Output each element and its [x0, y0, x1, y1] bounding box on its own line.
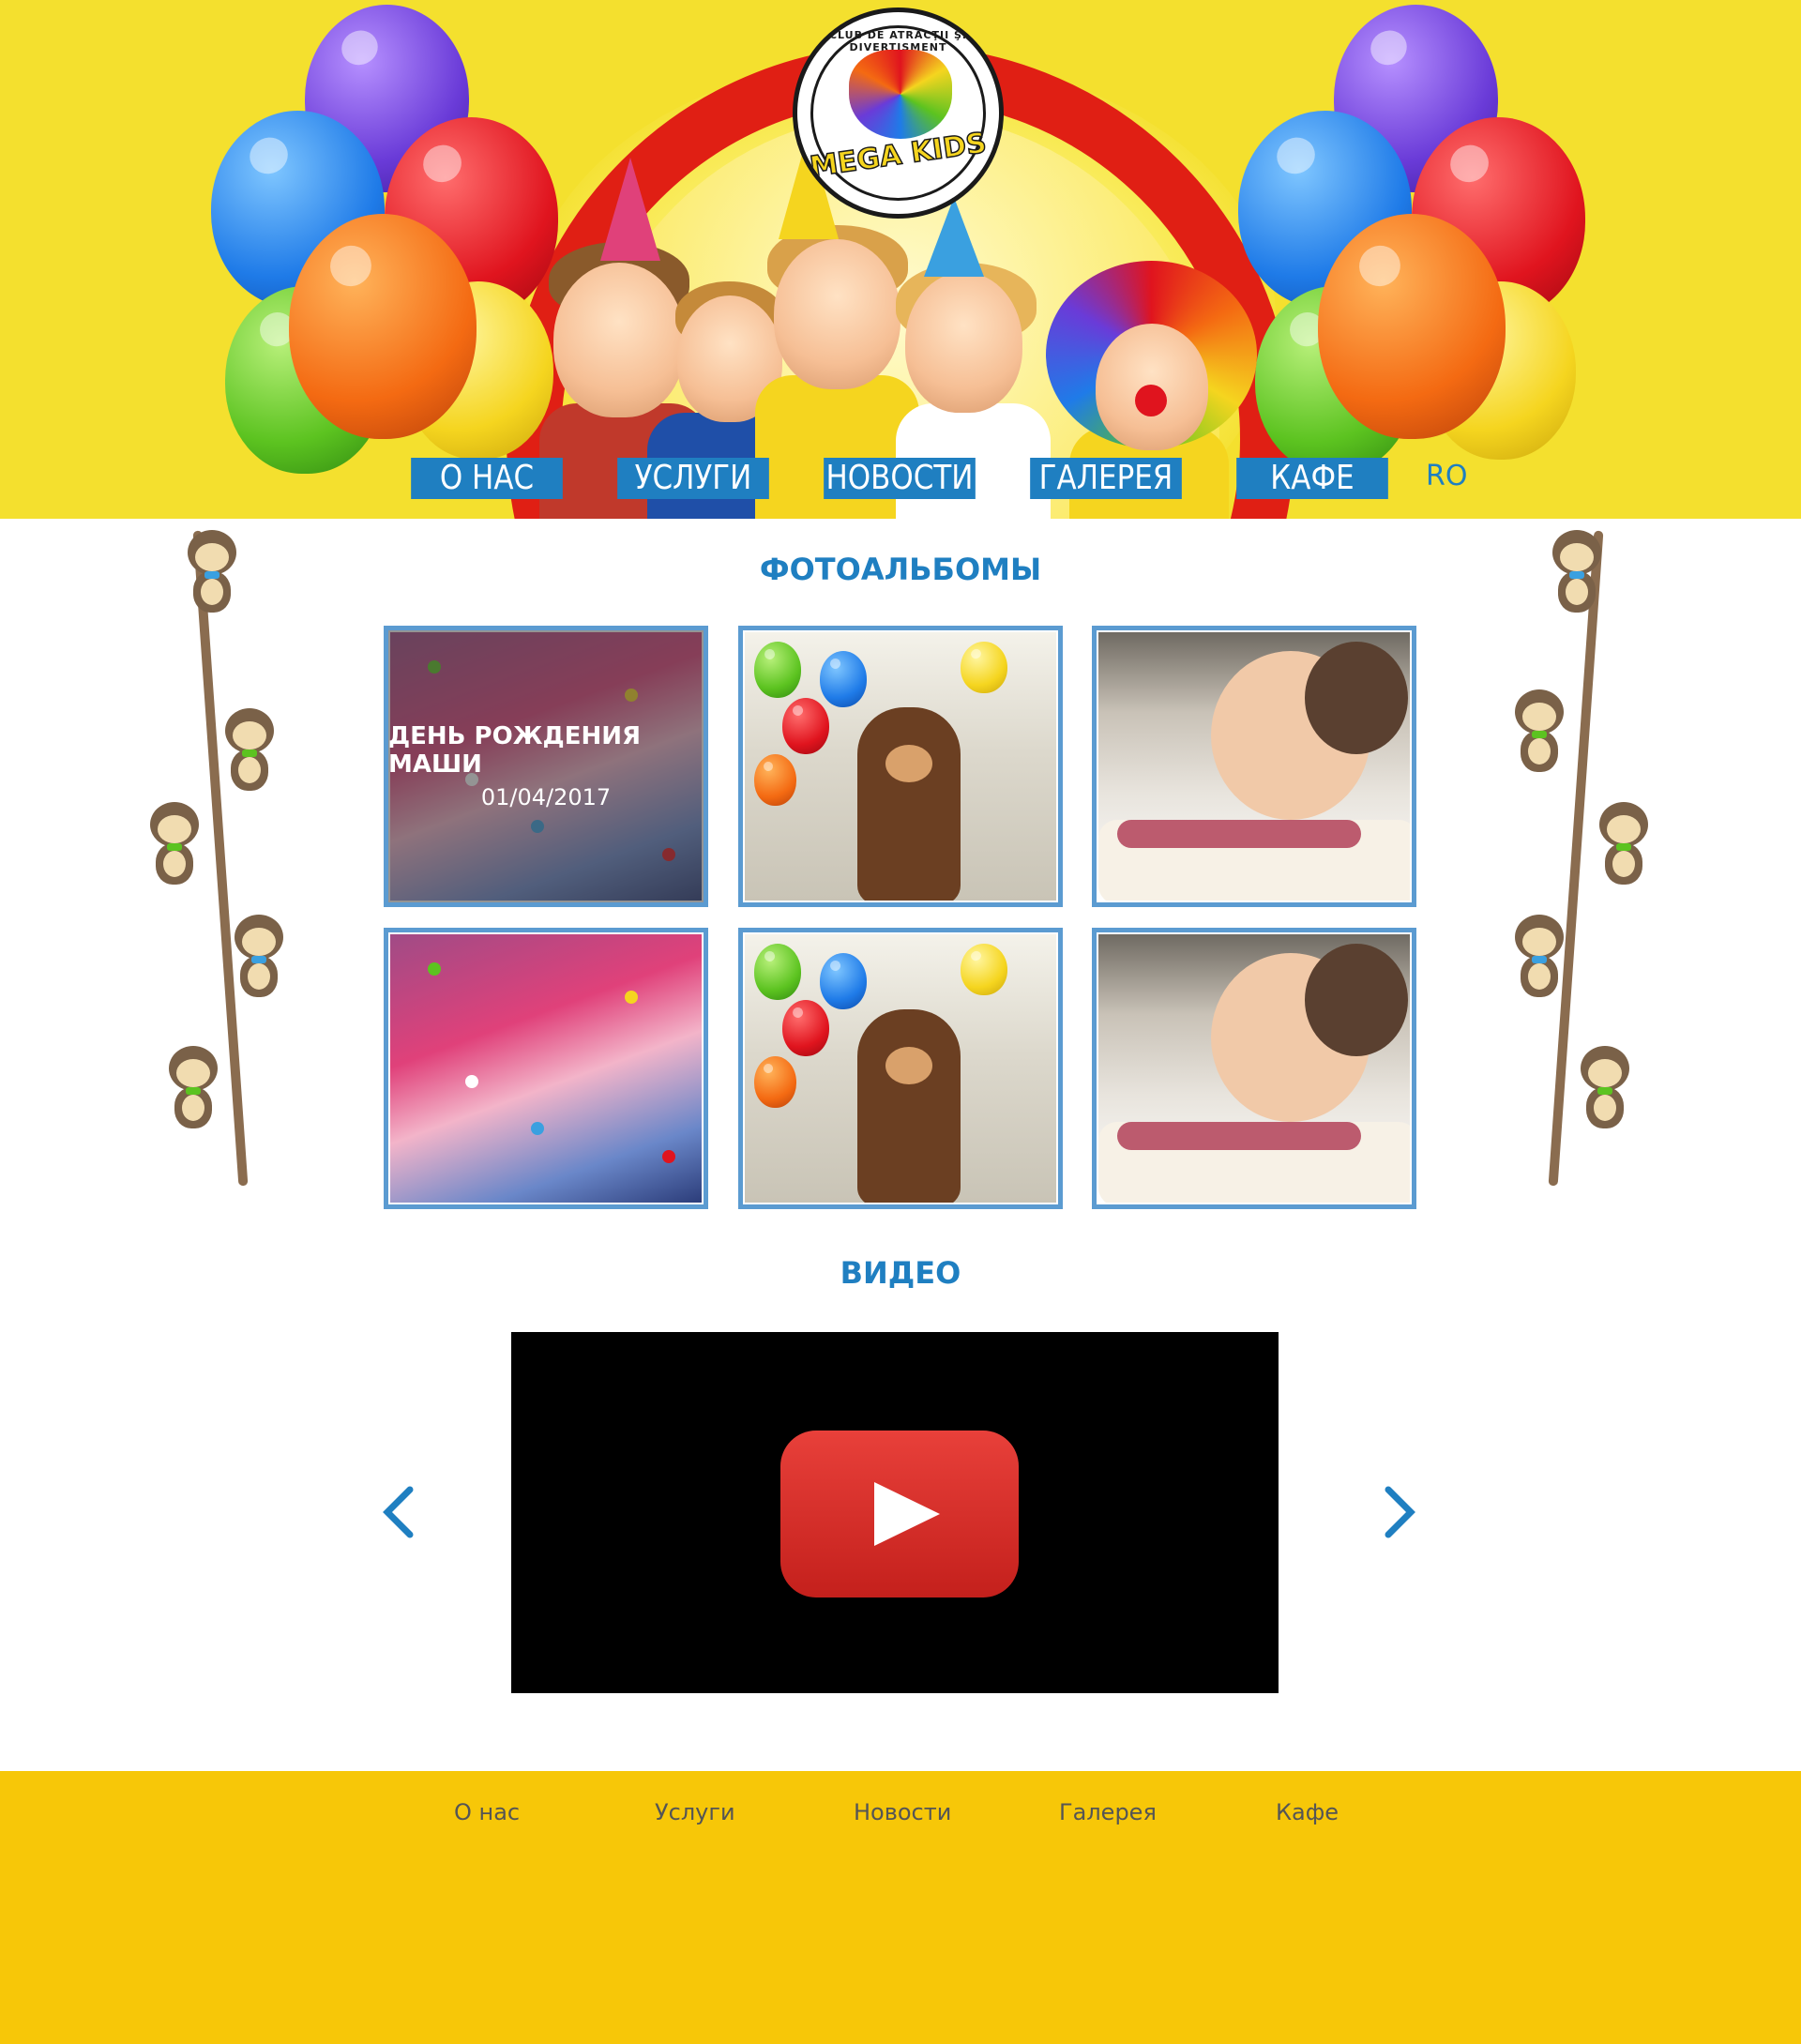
- monkey-chain-left: [103, 521, 328, 1205]
- balloon-icon: [289, 214, 477, 439]
- album-photo: [745, 934, 1056, 1203]
- album-card[interactable]: [384, 928, 708, 1209]
- monkey-icon: [1590, 802, 1656, 886]
- chevron-left-icon[interactable]: [380, 1484, 417, 1540]
- kid-face: [905, 272, 1022, 413]
- album-card[interactable]: [1092, 928, 1416, 1209]
- kid-face: [553, 263, 685, 417]
- monkey-icon: [1571, 1046, 1637, 1130]
- album-card[interactable]: [1092, 626, 1416, 907]
- nav-news[interactable]: НОВОСТИ: [824, 458, 976, 499]
- album-title: ДЕНЬ РОЖДЕНИЯ МАШИ: [388, 722, 641, 779]
- monkey-icon: [225, 915, 291, 999]
- mega-kids-logo[interactable]: CLUB DE ATRACŢII ŞI DIVERTISMENT MEGA KI…: [793, 8, 1004, 219]
- video-player[interactable]: [511, 1332, 1279, 1693]
- language-switch[interactable]: RO: [1426, 460, 1467, 492]
- monkey-chain-right: [1468, 521, 1693, 1205]
- monkey-icon: [216, 708, 281, 793]
- album-photo: [745, 632, 1056, 901]
- nav-about[interactable]: О НАС: [411, 458, 563, 499]
- albums-title: ФОТОАЛЬБОМЫ: [759, 552, 1042, 587]
- colorful-hand-icon: [849, 50, 952, 139]
- monkey-icon: [1506, 915, 1571, 999]
- chevron-right-icon[interactable]: [1381, 1484, 1418, 1540]
- footer-link-about[interactable]: О нас: [454, 1799, 520, 1825]
- monkey-icon: [159, 1046, 225, 1130]
- main-nav: О НАС УСЛУГИ НОВОСТИ ГАЛЕРЕЯ КАФЕ: [399, 458, 1400, 499]
- party-hat-icon: [600, 158, 660, 261]
- album-photo: [390, 934, 702, 1203]
- monkey-icon: [1506, 689, 1571, 774]
- monkey-icon: [141, 802, 206, 886]
- album-card[interactable]: ДЕНЬ РОЖДЕНИЯ МАШИ 01/04/2017: [384, 626, 708, 907]
- header-banner: CLUB DE ATRACŢII ŞI DIVERTISMENT MEGA KI…: [0, 0, 1801, 519]
- video-title: ВИДЕО: [840, 1255, 961, 1291]
- nav-cafe[interactable]: КАФЕ: [1236, 458, 1388, 499]
- youtube-play-icon[interactable]: [780, 1431, 1019, 1597]
- album-card[interactable]: [738, 928, 1063, 1209]
- album-card[interactable]: [738, 626, 1063, 907]
- footer-link-cafe[interactable]: Кафе: [1276, 1799, 1339, 1825]
- album-photo: [1098, 934, 1410, 1203]
- album-overlay: ДЕНЬ РОЖДЕНИЯ МАШИ 01/04/2017: [388, 630, 704, 902]
- kid-face: [774, 239, 900, 389]
- nav-services[interactable]: УСЛУГИ: [617, 458, 769, 499]
- album-date: 01/04/2017: [480, 784, 612, 810]
- play-triangle-icon: [874, 1482, 940, 1546]
- nav-gallery[interactable]: ГАЛЕРЕЯ: [1030, 458, 1182, 499]
- footer-link-news[interactable]: Новости: [854, 1799, 951, 1825]
- balloon-icon: [1318, 214, 1506, 439]
- clown-nose-icon: [1135, 385, 1167, 416]
- footer-link-gallery[interactable]: Галерея: [1059, 1799, 1157, 1825]
- album-photo: [1098, 632, 1410, 901]
- footer-link-services[interactable]: Услуги: [655, 1799, 735, 1825]
